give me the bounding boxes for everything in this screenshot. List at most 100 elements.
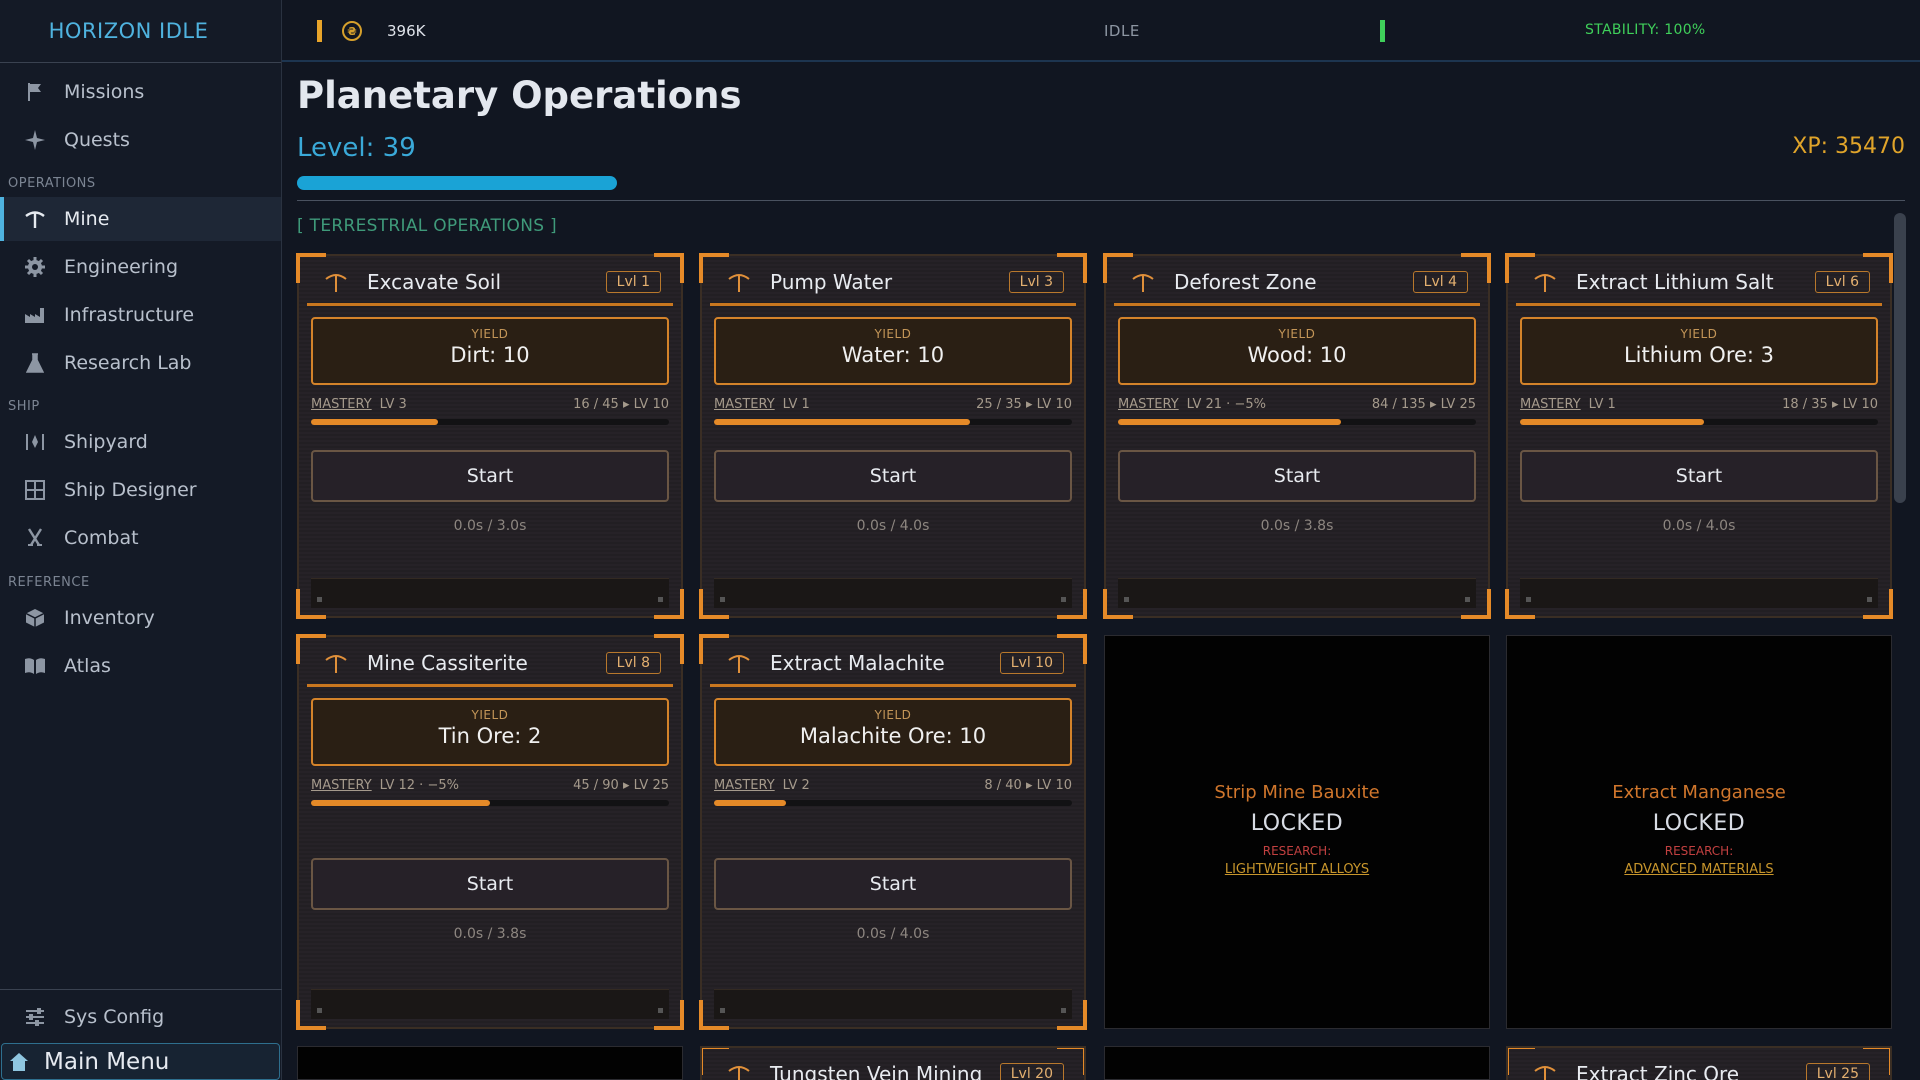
card-footer-bar bbox=[1118, 578, 1476, 608]
operation-name: Tungsten Vein Mining bbox=[770, 1061, 983, 1080]
sidebar-item-mine[interactable]: Mine bbox=[0, 197, 281, 241]
pickaxe-icon bbox=[1532, 1061, 1558, 1080]
mastery-level: LV 2 bbox=[782, 778, 810, 793]
card-header: Pump Water Lvl 3 bbox=[710, 260, 1076, 306]
scrollbar[interactable] bbox=[1894, 213, 1906, 503]
mastery-link[interactable]: MASTERY bbox=[1520, 397, 1581, 412]
scrollbar-thumb[interactable] bbox=[1894, 213, 1906, 503]
sidebar-item-sys-config[interactable]: Sys Config bbox=[0, 995, 281, 1039]
locked-operation-card: Strip Mine Bauxite LOCKED RESEARCH: LIGHTWE… bbox=[1104, 635, 1490, 1029]
sidebar-item-label: Shipyard bbox=[64, 431, 148, 453]
mastery-progress-bar bbox=[714, 419, 1072, 425]
mastery-row: MASTERY LV 2 8 / 40 ▸ LV 10 bbox=[714, 778, 1072, 794]
pickaxe-icon bbox=[323, 650, 349, 676]
operation-card-cut bbox=[297, 1046, 683, 1080]
header-divider bbox=[297, 200, 1905, 201]
start-button[interactable]: Start bbox=[1118, 450, 1476, 502]
yield-box: YIELD Wood: 10 bbox=[1118, 317, 1476, 385]
mastery-progress-bar bbox=[714, 800, 1072, 806]
sidebar-item-infrastructure[interactable]: Infrastructure bbox=[0, 293, 281, 337]
start-button[interactable]: Start bbox=[311, 450, 669, 502]
level-requirement-badge: Lvl 6 bbox=[1814, 270, 1870, 293]
locked-status: LOCKED bbox=[1250, 811, 1344, 836]
mastery-link[interactable]: MASTERY bbox=[714, 397, 775, 412]
mastery-row: MASTERY LV 1 18 / 35 ▸ LV 10 bbox=[1520, 397, 1878, 413]
flask-icon bbox=[24, 352, 46, 374]
sidebar-item-label: Sys Config bbox=[64, 1006, 165, 1028]
sidebar-item-label: Quests bbox=[64, 129, 130, 151]
sidebar-item-research-lab[interactable]: Research Lab bbox=[0, 341, 281, 385]
pickaxe-icon bbox=[726, 650, 752, 676]
start-button[interactable]: Start bbox=[311, 858, 669, 910]
sidebar-item-engineering[interactable]: Engineering bbox=[0, 245, 281, 289]
operation-card-cut bbox=[1104, 1046, 1490, 1080]
credits-value: 396K bbox=[387, 22, 426, 40]
mastery-level: LV 3 bbox=[379, 397, 407, 412]
card-footer-bar bbox=[714, 578, 1072, 608]
mastery-level: LV 12 · −5% bbox=[379, 778, 459, 793]
card-footer-bar bbox=[311, 989, 669, 1019]
sidebar-item-ship-designer[interactable]: Ship Designer bbox=[0, 468, 281, 512]
mastery-link[interactable]: MASTERY bbox=[311, 397, 372, 412]
operation-timer: 0.0s / 4.0s bbox=[856, 518, 930, 534]
mastery-progress-text: 25 / 35 ▸ LV 10 bbox=[976, 397, 1072, 412]
sidebar-item-label: Combat bbox=[64, 527, 139, 549]
mastery-progress-bar bbox=[1118, 419, 1476, 425]
start-button[interactable]: Start bbox=[714, 450, 1072, 502]
section-label-ship: SHIP bbox=[8, 399, 40, 414]
level-requirement-badge: Lvl 20 bbox=[999, 1062, 1064, 1080]
sidebar-item-missions[interactable]: Missions bbox=[0, 70, 281, 114]
pickaxe-icon bbox=[24, 208, 46, 230]
page-title: Planetary Operations bbox=[297, 74, 742, 117]
operation-name: Deforest Zone bbox=[1174, 269, 1317, 294]
card-header: Deforest Zone Lvl 4 bbox=[1114, 260, 1480, 306]
operation-card: Mine Cassiterite Lvl 8 YIELD Tin Ore: 2 MAST… bbox=[296, 634, 684, 1030]
level-requirement-badge: Lvl 4 bbox=[1412, 270, 1468, 293]
sidebar-item-inventory[interactable]: Inventory bbox=[0, 596, 281, 640]
level-requirement-badge: Lvl 25 bbox=[1805, 1062, 1870, 1080]
sliders-icon bbox=[24, 1006, 46, 1028]
locked-operation-name: Strip Mine Bauxite bbox=[1214, 782, 1380, 803]
section-label-reference: REFERENCE bbox=[8, 575, 90, 590]
cube-icon bbox=[24, 607, 46, 629]
mastery-progress-fill bbox=[311, 419, 439, 425]
card-footer-bar bbox=[1520, 578, 1878, 608]
sidebar-item-label: Research Lab bbox=[64, 352, 192, 374]
shipyard-icon bbox=[24, 431, 46, 453]
sidebar-item-quests[interactable]: Quests bbox=[0, 118, 281, 162]
sidebar-item-shipyard[interactable]: Shipyard bbox=[0, 420, 281, 464]
mastery-progress-bar bbox=[1520, 419, 1878, 425]
start-button[interactable]: Start bbox=[714, 858, 1072, 910]
sidebar-item-combat[interactable]: Combat bbox=[0, 516, 281, 560]
research-requirement-link[interactable]: ADVANCED MATERIALS bbox=[1507, 862, 1891, 877]
mastery-link[interactable]: MASTERY bbox=[311, 778, 372, 793]
research-requirement-link[interactable]: LIGHTWEIGHT ALLOYS bbox=[1105, 862, 1489, 877]
pickaxe-icon bbox=[726, 1061, 752, 1080]
credits-coin-icon: ₴ bbox=[342, 21, 362, 41]
start-button[interactable]: Start bbox=[1520, 450, 1878, 502]
player-xp: XP: 35470 bbox=[1792, 134, 1905, 159]
pickaxe-icon bbox=[726, 269, 752, 295]
mastery-progress-text: 45 / 90 ▸ LV 25 bbox=[573, 778, 669, 793]
sparkle-icon bbox=[24, 129, 46, 151]
gear-icon bbox=[24, 256, 46, 278]
stability-status: STABILITY: 100% bbox=[1585, 22, 1706, 38]
level-progress-bar bbox=[297, 176, 1905, 190]
research-requirement-label: RESEARCH: bbox=[1262, 844, 1332, 858]
mastery-progress-bar bbox=[311, 800, 669, 806]
mastery-row: MASTERY LV 12 · −5% 45 / 90 ▸ LV 25 bbox=[311, 778, 669, 794]
credits-indicator bbox=[317, 20, 322, 42]
section-heading: [ TERRESTRIAL OPERATIONS ] bbox=[297, 216, 557, 236]
mastery-progress-text: 18 / 35 ▸ LV 10 bbox=[1782, 397, 1878, 412]
operation-card: Extract Malachite Lvl 10 YIELD Malachite Or… bbox=[699, 634, 1087, 1030]
operation-card-cut: Extract Zinc Ore Lvl 25 bbox=[1506, 1046, 1892, 1080]
mastery-link[interactable]: MASTERY bbox=[714, 778, 775, 793]
operation-name: Pump Water bbox=[770, 269, 893, 294]
main-menu-label: Main Menu bbox=[44, 1048, 170, 1075]
locked-status: LOCKED bbox=[1652, 811, 1746, 836]
main-menu-button[interactable]: Main Menu bbox=[1, 1043, 280, 1080]
mastery-link[interactable]: MASTERY bbox=[1118, 397, 1179, 412]
mastery-level: LV 21 · −5% bbox=[1186, 397, 1266, 412]
sidebar-item-atlas[interactable]: Atlas bbox=[0, 644, 281, 688]
yield-label: YIELD bbox=[1278, 327, 1316, 341]
